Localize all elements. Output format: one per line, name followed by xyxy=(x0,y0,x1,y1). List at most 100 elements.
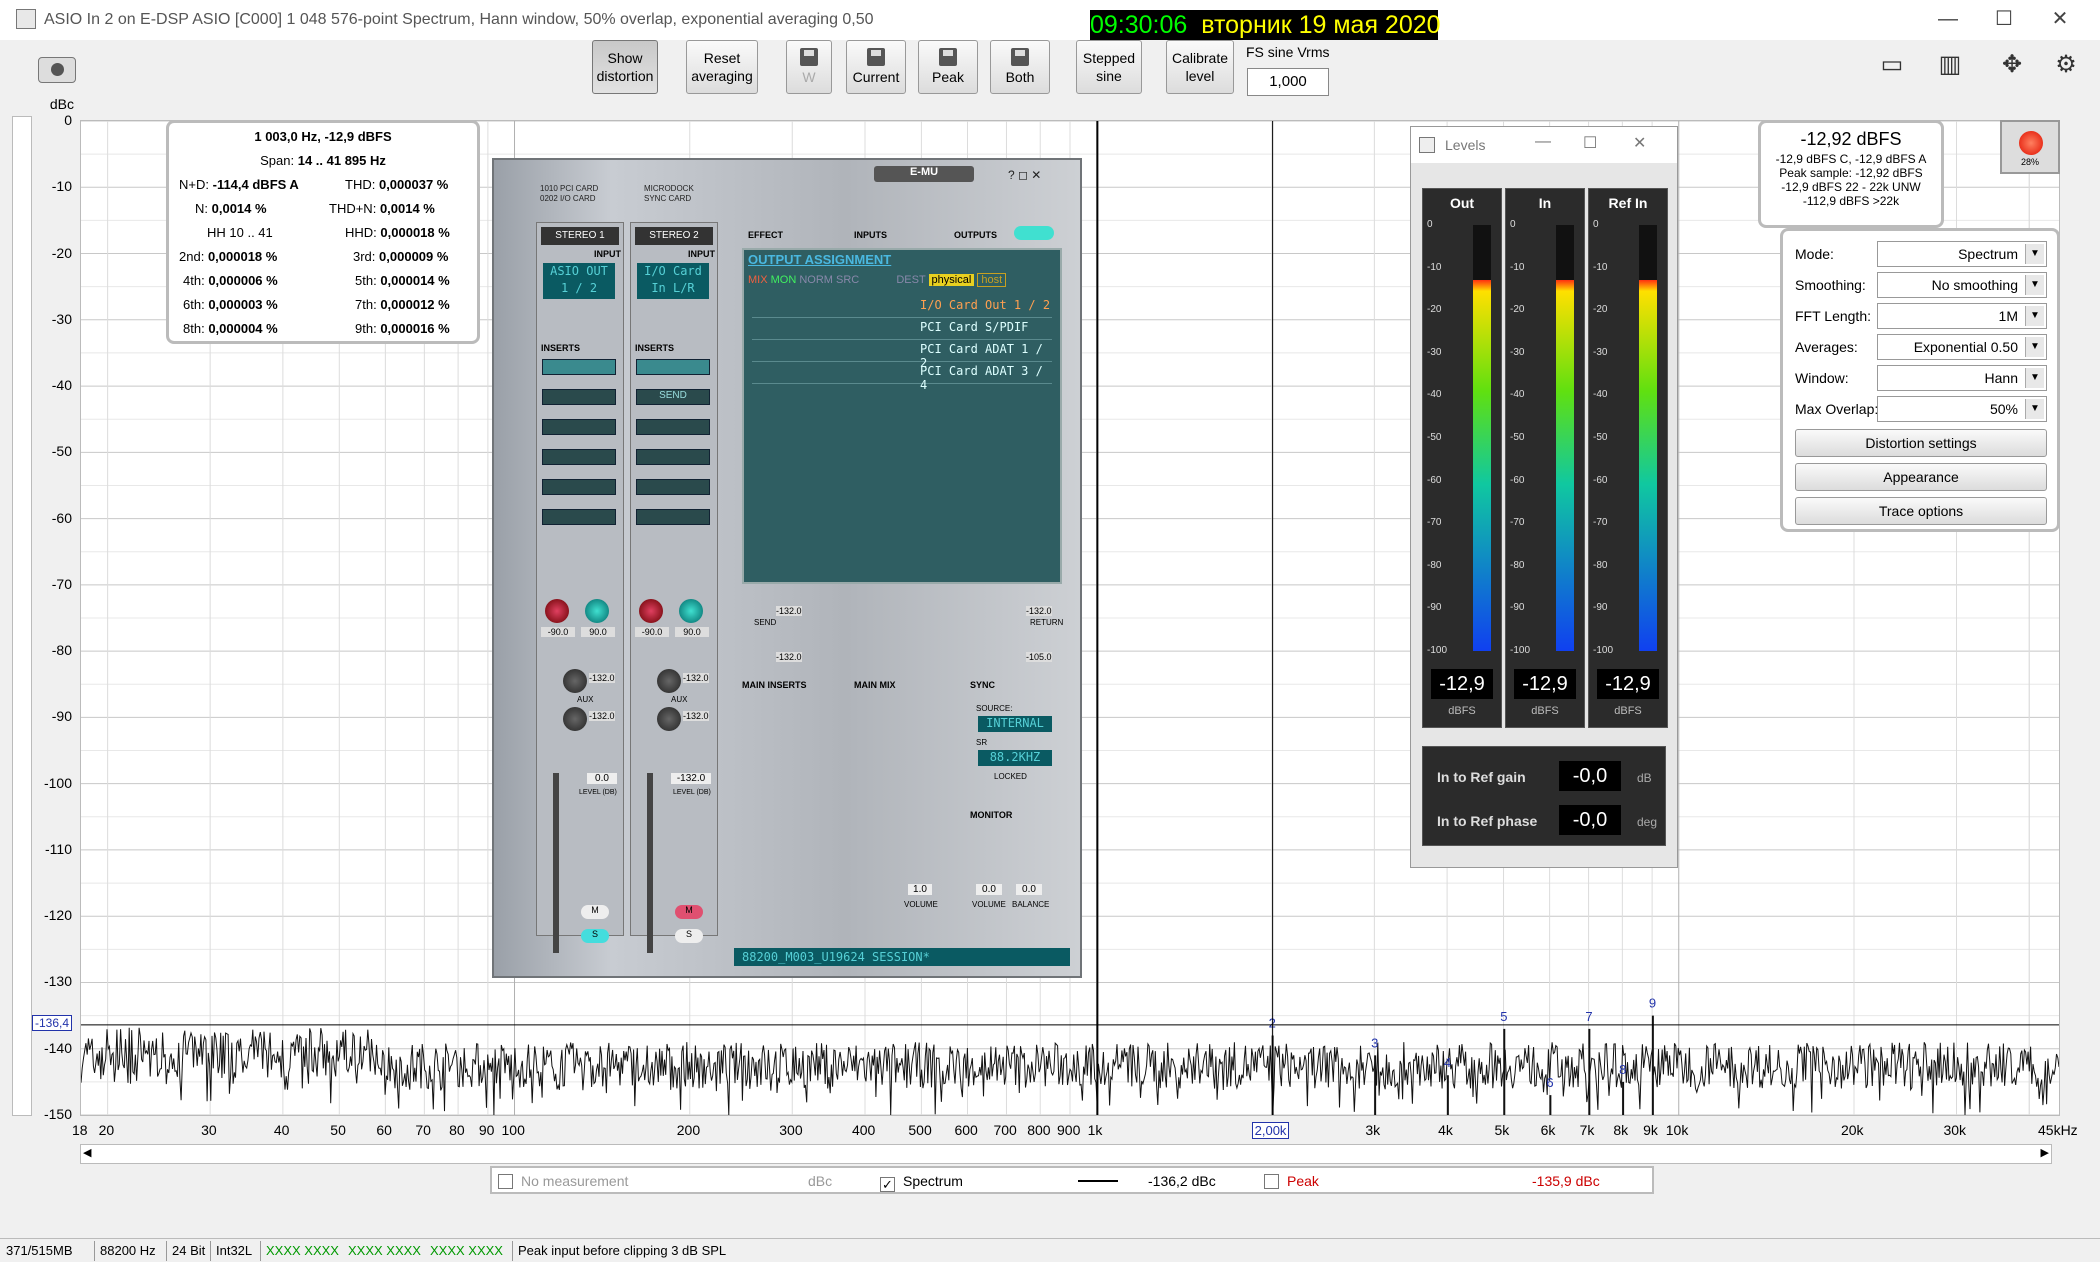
x-tick-label: 700 xyxy=(993,1122,1017,1138)
peak-checkbox[interactable] xyxy=(1264,1174,1279,1189)
appearance-button[interactable]: Appearance xyxy=(1795,463,2047,491)
no-measurement-item[interactable]: No measurement xyxy=(498,1173,628,1189)
route-row[interactable]: PCI Card ADAT 1 / 2 xyxy=(752,342,1052,370)
insert-slot[interactable] xyxy=(542,389,616,405)
vertical-scrollbar[interactable] xyxy=(12,116,32,1116)
close-icon[interactable]: ✕ xyxy=(2040,6,2080,32)
y-tick-label: -10 xyxy=(51,178,72,195)
harmonic-label: 8 xyxy=(1619,1062,1626,1077)
y-tick-label: -120 xyxy=(43,907,72,924)
send-label: SEND xyxy=(754,618,777,627)
levels-minimize-icon[interactable]: — xyxy=(1535,133,1551,151)
insert-slot[interactable] xyxy=(636,419,710,435)
current-button[interactable]: Current xyxy=(846,40,906,94)
outputs-toggle[interactable] xyxy=(1014,226,1054,240)
smoothing-select[interactable]: No smoothing xyxy=(1877,272,2047,298)
harmonic-label: 3 xyxy=(1371,1035,1378,1050)
spectrum-checkbox[interactable]: ✓ xyxy=(880,1177,895,1192)
mute-button[interactable]: M xyxy=(581,905,609,919)
aux-knob[interactable] xyxy=(563,669,587,693)
spectrum-item[interactable]: ✓ Spectrum xyxy=(880,1173,963,1192)
aux-knob[interactable] xyxy=(657,707,681,731)
pan-knob[interactable] xyxy=(585,599,609,623)
host-tab[interactable]: host xyxy=(977,273,1007,287)
insert-slot[interactable] xyxy=(636,449,710,465)
maximize-icon[interactable]: ☐ xyxy=(1984,6,2024,32)
levels-maximize-icon[interactable]: ☐ xyxy=(1583,133,1597,153)
averages-select[interactable]: Exponential 0.50 xyxy=(1877,334,2047,360)
status-pattern-2: XXXX XXXX xyxy=(348,1243,421,1258)
show-distortion-button[interactable]: Show distortion xyxy=(592,40,658,94)
x-tick-label: 40 xyxy=(273,1122,290,1138)
pan-knob[interactable] xyxy=(545,599,569,623)
no-measurement-checkbox[interactable] xyxy=(498,1174,513,1189)
fs-sine-input[interactable]: 1,000 xyxy=(1247,68,1329,96)
insert-slot[interactable] xyxy=(636,359,710,375)
calibrate-level-button[interactable]: Calibrate level xyxy=(1166,40,1234,94)
ref-box: In to Ref gain -0,0 dB In to Ref phase -… xyxy=(1422,746,1666,846)
mode-label: Mode: xyxy=(1795,246,1834,262)
aux-label: AUX xyxy=(671,695,688,704)
emu-window-controls-icon[interactable]: ? ◻ ✕ xyxy=(1008,168,1041,182)
emu-card-labels: 1010 PCI CARD 0202 I/O CARD xyxy=(540,184,598,204)
pan-knob[interactable] xyxy=(639,599,663,623)
aux-knob[interactable] xyxy=(563,707,587,731)
sync-source-display[interactable]: INTERNAL xyxy=(978,716,1052,732)
smoothing-row: Smoothing: No smoothing xyxy=(1795,272,2053,298)
aux-knob[interactable] xyxy=(657,669,681,693)
record-button[interactable]: 28% xyxy=(2000,120,2060,174)
peak-item[interactable]: Peak xyxy=(1264,1173,1319,1189)
monitor-layout-icon[interactable]: ▭ xyxy=(1868,50,1916,84)
n-label: N: xyxy=(195,201,208,216)
x-tick-label: 80 xyxy=(449,1122,465,1138)
scroll-left-icon[interactable]: ◀ xyxy=(83,1146,91,1159)
columns-layout-icon[interactable]: ▥ xyxy=(1926,50,1974,84)
physical-tab[interactable]: physical xyxy=(928,274,975,286)
window-select[interactable]: Hann xyxy=(1877,365,2047,391)
fader-track[interactable] xyxy=(553,773,559,953)
source-label: SOURCE: xyxy=(976,704,1013,713)
levels-close-icon[interactable]: ✕ xyxy=(1633,133,1646,153)
reset-averaging-button[interactable]: Reset averaging xyxy=(686,40,758,94)
route-row[interactable]: PCI Card S/PDIF xyxy=(752,320,1052,340)
insert-slot[interactable] xyxy=(542,509,616,525)
insert-slot[interactable] xyxy=(542,449,616,465)
harmonic-label: 7 xyxy=(1585,1009,1592,1024)
both-button[interactable]: Both xyxy=(990,40,1050,94)
mode-select[interactable]: Spectrum xyxy=(1877,241,2047,267)
meter-scale-label: -100 xyxy=(1593,645,1614,656)
peak-button[interactable]: Peak xyxy=(918,40,978,94)
y-tick-label: -140 xyxy=(43,1039,72,1056)
route-row[interactable]: I/O Card Out 1 / 2 xyxy=(752,298,1052,318)
solo-button[interactable]: S xyxy=(581,929,609,943)
route-row[interactable]: PCI Card ADAT 3 / 4 xyxy=(752,364,1052,392)
input1-display[interactable]: ASIO OUT 1 / 2 xyxy=(543,263,615,299)
insert-slot[interactable] xyxy=(542,359,616,375)
horizontal-scrollbar[interactable]: ◀ ▶ xyxy=(80,1144,2052,1164)
gear-icon[interactable]: ⚙ xyxy=(2046,50,2086,84)
overlap-select[interactable]: 50% xyxy=(1877,396,2047,422)
w-button[interactable]: W xyxy=(786,40,832,94)
x-tick-label: 10k xyxy=(1665,1122,1689,1138)
camera-icon[interactable] xyxy=(38,57,76,83)
scroll-right-icon[interactable]: ▶ xyxy=(2041,1146,2049,1159)
input2-display[interactable]: I/O Card In L/R xyxy=(637,263,709,299)
fader-track[interactable] xyxy=(647,773,653,953)
trace-options-button[interactable]: Trace options xyxy=(1795,497,2047,525)
insert-slot[interactable] xyxy=(542,419,616,435)
fit-to-window-icon[interactable]: ✥ xyxy=(1988,50,2036,84)
send-slot[interactable]: SEND xyxy=(636,389,710,405)
pan-knob[interactable] xyxy=(679,599,703,623)
minimize-icon[interactable]: — xyxy=(1928,6,1968,32)
insert-slot[interactable] xyxy=(636,509,710,525)
stepped-sine-button[interactable]: Stepped sine xyxy=(1076,40,1142,94)
y-tick-label: -60 xyxy=(51,509,72,526)
distortion-settings-button[interactable]: Distortion settings xyxy=(1795,429,2047,457)
mute-button[interactable]: M xyxy=(675,905,703,919)
insert-slot[interactable] xyxy=(636,479,710,495)
span-label: Span: xyxy=(260,153,295,168)
fft-select[interactable]: 1M xyxy=(1877,303,2047,329)
y-tick-label: -100 xyxy=(43,774,72,791)
solo-button[interactable]: S xyxy=(675,929,703,943)
insert-slot[interactable] xyxy=(542,479,616,495)
